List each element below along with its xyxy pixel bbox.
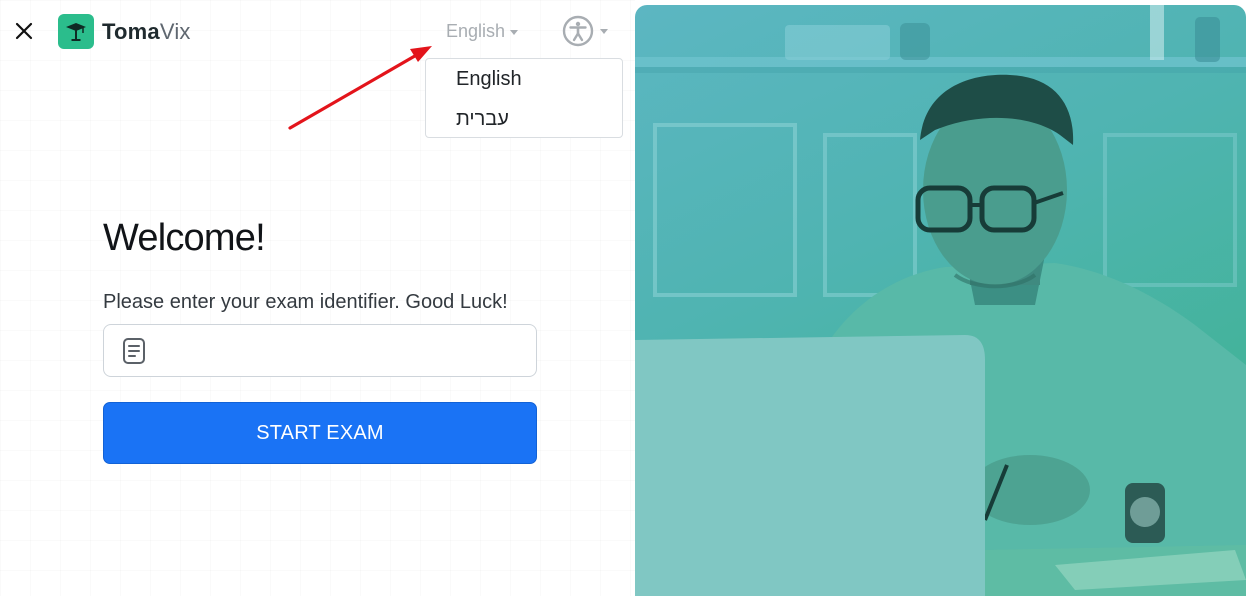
instruction-text: Please enter your exam identifier. Good … xyxy=(103,291,508,313)
brand-name: TomaVix xyxy=(102,18,191,44)
accessibility-button[interactable] xyxy=(562,15,608,47)
hero-image xyxy=(635,5,1246,596)
exam-identifier-input[interactable] xyxy=(156,324,524,377)
close-button[interactable] xyxy=(12,19,36,43)
language-option-english[interactable]: English xyxy=(456,68,522,91)
start-exam-button[interactable]: START EXAM xyxy=(103,402,537,464)
brand-name-part1: Toma xyxy=(102,18,160,44)
brand-name-part2: Vix xyxy=(159,18,191,44)
close-icon xyxy=(15,22,33,40)
left-panel: TomaVix English English עברית Welcome! P… xyxy=(0,0,635,596)
language-dropdown-toggle[interactable]: English xyxy=(446,21,519,42)
exam-identifier-field xyxy=(103,324,537,377)
language-option-hebrew[interactable]: עברית xyxy=(456,108,509,131)
chevron-down-icon xyxy=(510,29,519,35)
chevron-down-icon xyxy=(600,29,608,34)
language-selected: English xyxy=(446,21,506,41)
logo: TomaVix xyxy=(58,14,191,49)
annotation-arrow xyxy=(288,46,432,130)
language-menu: English עברית xyxy=(425,58,623,138)
accessibility-icon xyxy=(562,15,594,47)
page-title: Welcome! xyxy=(103,217,266,259)
document-icon xyxy=(123,337,145,364)
graduation-cap-icon xyxy=(58,14,94,49)
